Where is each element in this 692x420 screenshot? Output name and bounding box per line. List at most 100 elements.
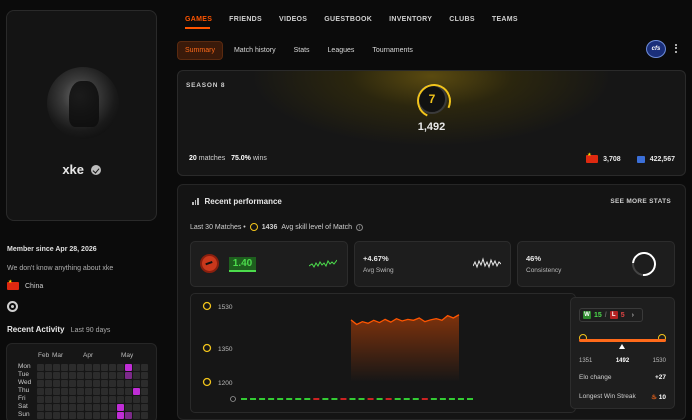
activity-cell[interactable] xyxy=(93,372,100,379)
activity-cell[interactable] xyxy=(133,380,140,387)
activity-cell[interactable] xyxy=(85,372,92,379)
activity-cell[interactable] xyxy=(53,372,60,379)
activity-cell[interactable] xyxy=(85,380,92,387)
activity-cell[interactable] xyxy=(69,364,76,371)
win-loss-pill[interactable]: W 15 / L 5 › xyxy=(579,308,643,322)
activity-cell[interactable] xyxy=(117,404,124,411)
more-menu-icon[interactable] xyxy=(673,42,679,56)
activity-cell[interactable] xyxy=(53,412,60,419)
activity-cell[interactable] xyxy=(93,412,100,419)
activity-cell[interactable] xyxy=(69,404,76,411)
activity-cell[interactable] xyxy=(125,388,132,395)
activity-cell[interactable] xyxy=(45,380,52,387)
activity-cell[interactable] xyxy=(85,396,92,403)
activity-cell[interactable] xyxy=(133,364,140,371)
activity-cell[interactable] xyxy=(85,412,92,419)
activity-cell[interactable] xyxy=(93,388,100,395)
activity-cell[interactable] xyxy=(141,404,148,411)
activity-cell[interactable] xyxy=(125,364,132,371)
activity-cell[interactable] xyxy=(109,372,116,379)
activity-cell[interactable] xyxy=(133,404,140,411)
activity-cell[interactable] xyxy=(85,388,92,395)
activity-cell[interactable] xyxy=(85,364,92,371)
activity-cell[interactable] xyxy=(93,380,100,387)
activity-cell[interactable] xyxy=(53,388,60,395)
activity-cell[interactable] xyxy=(45,364,52,371)
activity-cell[interactable] xyxy=(109,412,116,419)
activity-cell[interactable] xyxy=(133,396,140,403)
tab-match-history[interactable]: Match history xyxy=(227,42,283,59)
activity-cell[interactable] xyxy=(61,396,68,403)
activity-cell[interactable] xyxy=(117,396,124,403)
nav-teams[interactable]: TEAMS xyxy=(492,16,518,23)
tab-summary[interactable]: Summary xyxy=(177,41,223,60)
activity-cell[interactable] xyxy=(37,412,44,419)
activity-cell[interactable] xyxy=(37,372,44,379)
activity-cell[interactable] xyxy=(61,388,68,395)
activity-cell[interactable] xyxy=(69,396,76,403)
activity-cell[interactable] xyxy=(109,388,116,395)
activity-cell[interactable] xyxy=(125,412,132,419)
activity-cell[interactable] xyxy=(133,372,140,379)
activity-cell[interactable] xyxy=(141,396,148,403)
activity-cell[interactable] xyxy=(37,388,44,395)
activity-cell[interactable] xyxy=(141,412,148,419)
activity-cell[interactable] xyxy=(53,380,60,387)
activity-cell[interactable] xyxy=(37,380,44,387)
activity-cell[interactable] xyxy=(37,396,44,403)
activity-cell[interactable] xyxy=(93,364,100,371)
activity-cell[interactable] xyxy=(69,388,76,395)
activity-cell[interactable] xyxy=(109,380,116,387)
activity-cell[interactable] xyxy=(77,396,84,403)
activity-cell[interactable] xyxy=(77,380,84,387)
see-more-stats-link[interactable]: SEE MORE STATS xyxy=(610,198,671,205)
activity-cell[interactable] xyxy=(125,404,132,411)
activity-cell[interactable] xyxy=(125,372,132,379)
activity-cell[interactable] xyxy=(101,380,108,387)
activity-cell[interactable] xyxy=(101,364,108,371)
nav-inventory[interactable]: INVENTORY xyxy=(389,16,432,23)
activity-cell[interactable] xyxy=(77,412,84,419)
activity-cell[interactable] xyxy=(45,396,52,403)
team-logo[interactable]: cfs xyxy=(646,40,666,58)
activity-cell[interactable] xyxy=(125,380,132,387)
activity-cell[interactable] xyxy=(125,396,132,403)
activity-cell[interactable] xyxy=(117,388,124,395)
activity-cell[interactable] xyxy=(109,404,116,411)
activity-cell[interactable] xyxy=(37,404,44,411)
avatar[interactable] xyxy=(47,67,119,139)
steam-icon[interactable] xyxy=(7,301,18,312)
tab-tournaments[interactable]: Tournaments xyxy=(365,42,419,59)
activity-cell[interactable] xyxy=(69,412,76,419)
activity-cell[interactable] xyxy=(141,372,148,379)
activity-cell[interactable] xyxy=(61,364,68,371)
activity-cell[interactable] xyxy=(117,412,124,419)
activity-cell[interactable] xyxy=(101,396,108,403)
tab-leagues[interactable]: Leagues xyxy=(321,42,362,59)
activity-cell[interactable] xyxy=(61,372,68,379)
activity-cell[interactable] xyxy=(45,388,52,395)
activity-cell[interactable] xyxy=(61,380,68,387)
activity-cell[interactable] xyxy=(61,412,68,419)
tab-stats[interactable]: Stats xyxy=(287,42,317,59)
activity-cell[interactable] xyxy=(45,372,52,379)
activity-cell[interactable] xyxy=(37,364,44,371)
nav-friends[interactable]: FRIENDS xyxy=(229,16,262,23)
activity-cell[interactable] xyxy=(77,372,84,379)
activity-cell[interactable] xyxy=(109,364,116,371)
activity-cell[interactable] xyxy=(61,404,68,411)
activity-cell[interactable] xyxy=(53,364,60,371)
activity-cell[interactable] xyxy=(141,380,148,387)
nav-clubs[interactable]: CLUBS xyxy=(449,16,475,23)
activity-cell[interactable] xyxy=(93,396,100,403)
activity-cell[interactable] xyxy=(69,372,76,379)
activity-cell[interactable] xyxy=(101,388,108,395)
activity-cell[interactable] xyxy=(45,412,52,419)
activity-cell[interactable] xyxy=(77,364,84,371)
activity-cell[interactable] xyxy=(93,404,100,411)
nav-games[interactable]: GAMES xyxy=(185,16,212,23)
activity-cell[interactable] xyxy=(53,404,60,411)
activity-cell[interactable] xyxy=(141,364,148,371)
activity-cell[interactable] xyxy=(69,380,76,387)
activity-cell[interactable] xyxy=(117,364,124,371)
